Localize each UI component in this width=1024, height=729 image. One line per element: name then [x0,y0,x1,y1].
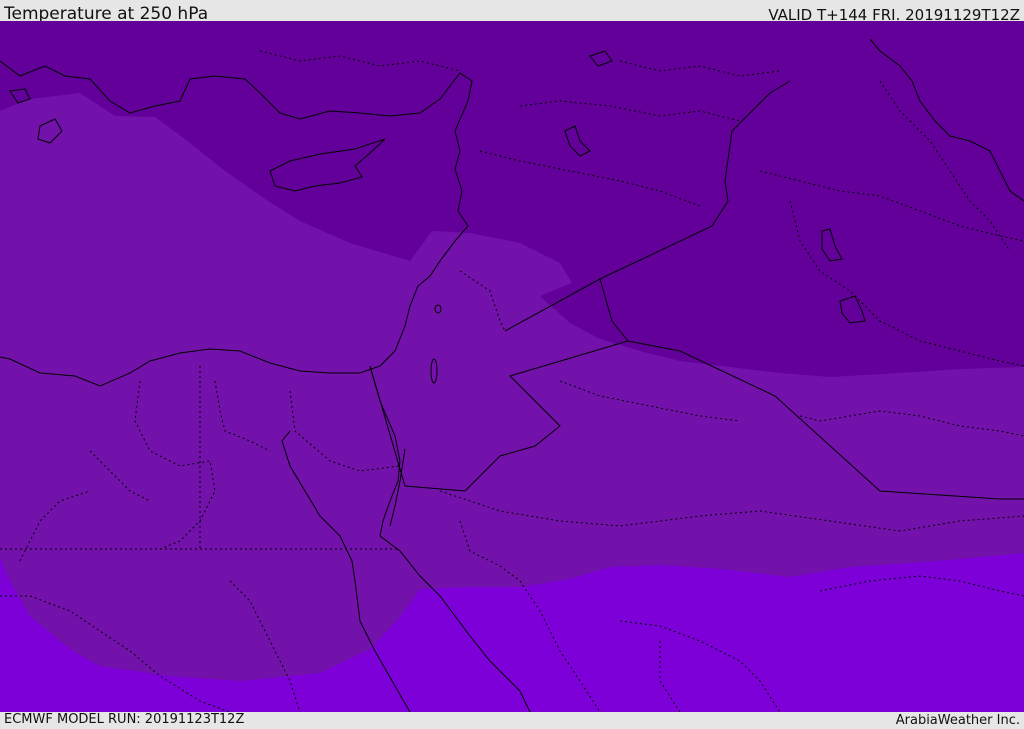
temperature-map [0,21,1024,712]
credit: ArabiaWeather Inc. [895,713,1020,728]
map-figure: Temperature at 250 hPa VALID T+144 FRI. … [0,0,1024,729]
model-run: ECMWF MODEL RUN: 20191123T12Z [4,712,245,727]
